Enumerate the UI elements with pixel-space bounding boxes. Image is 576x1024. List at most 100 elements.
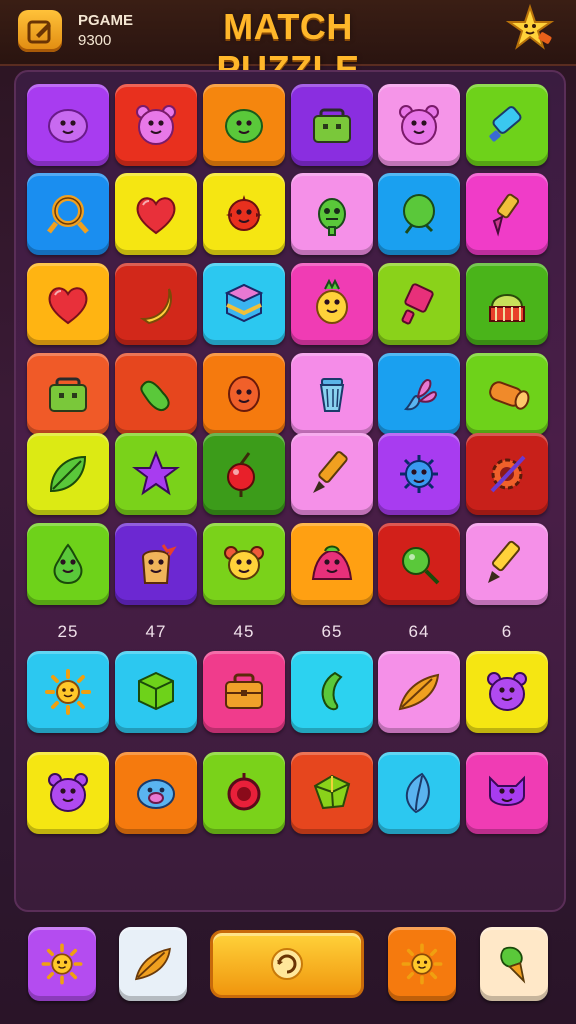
tile-purple-cat-face[interactable] — [466, 752, 548, 834]
sun-icon — [45, 669, 91, 715]
tile-blue-pig-face[interactable] — [115, 752, 197, 834]
tile-green-gem[interactable] — [291, 752, 373, 834]
cherry-icon — [227, 452, 255, 497]
tile-bear-face[interactable] — [378, 84, 460, 166]
yellow-pineapple-face-icon — [316, 278, 348, 324]
gear-wand-icon — [490, 455, 526, 493]
paintbrush-icon — [492, 193, 520, 237]
tile-bear-face[interactable] — [115, 84, 197, 166]
tile-gear-wand[interactable] — [466, 433, 548, 515]
tile-purple-bear-face[interactable] — [466, 651, 548, 733]
tile-orange-leaf[interactable] — [378, 651, 460, 733]
powerup-button-green-ice-cream[interactable] — [480, 927, 548, 1001]
tile-yellow-pineapple-face[interactable] — [291, 263, 373, 345]
column-count: 64 — [408, 622, 430, 641]
tile-cherry[interactable] — [203, 433, 285, 515]
tile-yellow-bear-face[interactable] — [203, 523, 285, 605]
tile-orange-briefcase[interactable] — [203, 651, 285, 733]
tile-rabbit-ears[interactable] — [378, 353, 460, 435]
heart-icon — [48, 287, 88, 325]
tile-candy-stick[interactable] — [466, 84, 548, 166]
tile-green-balloon[interactable] — [378, 173, 460, 255]
tile-pencil[interactable] — [291, 433, 373, 515]
tile-green-cube[interactable] — [115, 651, 197, 733]
purple-bear-face-icon — [487, 672, 527, 711]
tile-orange-balloon-face[interactable] — [203, 353, 285, 435]
yellow-bear-face-icon — [224, 546, 264, 580]
score-label: PGAME — [78, 12, 134, 29]
tile-blue-leaf[interactable] — [378, 752, 460, 834]
tile-pickle[interactable] — [115, 353, 197, 435]
tile-purple-blob-face[interactable] — [27, 84, 109, 166]
yellow-pencil-icon — [488, 540, 521, 583]
play-button[interactable]: 5 — [210, 930, 364, 998]
sun-icon — [401, 943, 443, 985]
magnifier-ring-icon — [47, 195, 89, 234]
tile-pink-gem-stick[interactable] — [378, 263, 460, 345]
tile-briefcase[interactable] — [291, 84, 373, 166]
star-button[interactable] — [502, 2, 558, 56]
tile-red-spiky-face[interactable] — [203, 173, 285, 255]
green-cube-icon — [138, 671, 174, 711]
tile-green-chili[interactable] — [291, 651, 373, 733]
menu-button[interactable] — [18, 10, 62, 52]
refresh-icon — [271, 948, 303, 980]
tile-banana[interactable] — [115, 263, 197, 345]
tile-heart[interactable] — [27, 263, 109, 345]
orange-balloon-face-icon — [228, 376, 260, 412]
bear-face-icon — [136, 105, 176, 145]
briefcase-icon — [313, 108, 351, 143]
tile-green-lollipop[interactable] — [378, 523, 460, 605]
tile-log[interactable] — [466, 353, 548, 435]
star-mascot-icon — [505, 4, 555, 50]
column-count: 47 — [145, 622, 167, 641]
tile-cup[interactable] — [291, 353, 373, 435]
orange-leaf-icon — [398, 673, 440, 711]
tile-cube[interactable] — [203, 263, 285, 345]
tile-green-alien-face[interactable] — [291, 173, 373, 255]
tile-sun[interactable] — [27, 651, 109, 733]
pickle-icon — [140, 380, 170, 411]
tile-leaf[interactable] — [27, 433, 109, 515]
sun-icon — [41, 943, 83, 985]
tile-heart[interactable] — [115, 173, 197, 255]
tile-yellow-pencil[interactable] — [466, 523, 548, 605]
tile-cupcake[interactable] — [466, 263, 548, 345]
tile-briefcase[interactable] — [27, 353, 109, 435]
cup-icon — [319, 378, 345, 412]
green-pear-face-icon — [53, 543, 83, 585]
tile-green-blob-face[interactable] — [203, 84, 285, 166]
tile-paintbrush[interactable] — [466, 173, 548, 255]
column-count: 45 — [233, 622, 255, 641]
tile-purple-bear-face[interactable] — [27, 752, 109, 834]
purple-star-icon — [132, 450, 180, 496]
orange-briefcase-icon — [225, 673, 263, 709]
purple-cat-face-icon — [489, 775, 525, 806]
tile-magnifier-ring[interactable] — [27, 173, 109, 255]
log-icon — [489, 381, 530, 410]
pink-gem-stick-icon — [401, 283, 434, 325]
red-ring-icon — [227, 773, 261, 811]
green-ice-cream-icon — [500, 946, 526, 984]
powerup-button-sun[interactable] — [28, 927, 96, 1001]
green-alien-face-icon — [318, 198, 346, 236]
tile-toast-face[interactable] — [115, 523, 197, 605]
blue-leaf-icon — [406, 772, 430, 814]
column-count: 6 — [501, 622, 513, 641]
tile-blue-spiky-ball[interactable] — [378, 433, 460, 515]
powerup-button-sun[interactable] — [388, 927, 456, 1001]
cube-icon — [224, 283, 264, 323]
pencil-icon — [313, 451, 348, 493]
score-value: 9300 — [78, 32, 112, 49]
purple-bear-face-icon — [48, 773, 88, 812]
briefcase-icon — [49, 377, 87, 412]
cupcake-icon — [489, 294, 525, 322]
green-gem-icon — [313, 774, 351, 810]
powerup-button-orange-leaf[interactable] — [119, 927, 187, 1001]
tile-purple-star[interactable] — [115, 433, 197, 515]
tile-red-ring[interactable] — [203, 752, 285, 834]
bear-face-icon — [399, 105, 439, 145]
tile-watermelon-face[interactable] — [291, 523, 373, 605]
tile-green-pear-face[interactable] — [27, 523, 109, 605]
column-count: 65 — [321, 622, 343, 641]
